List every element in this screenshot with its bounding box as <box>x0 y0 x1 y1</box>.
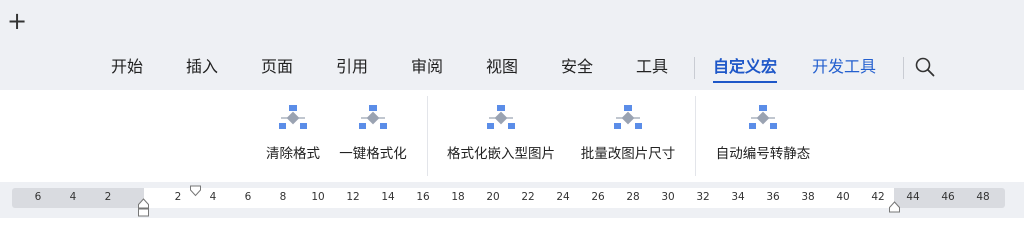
right-indent-marker[interactable] <box>888 198 901 217</box>
tab-divider <box>694 57 695 79</box>
ribbon-group-divider <box>427 96 428 176</box>
ribbon-group-divider <box>695 96 696 176</box>
ruler-tick: 20 <box>486 191 500 203</box>
tab-page[interactable]: 页面 <box>261 54 293 80</box>
tab-review[interactable]: 审阅 <box>411 54 443 80</box>
tab-view[interactable]: 视图 <box>486 54 518 80</box>
clear-format-button[interactable]: 清除格式 <box>258 104 328 168</box>
tab-start[interactable]: 开始 <box>111 54 143 80</box>
clear-format-label: 清除格式 <box>266 146 320 162</box>
ruler-tick: 38 <box>801 191 815 203</box>
ruler-tick: 2 <box>174 191 182 203</box>
tab-divider <box>903 57 904 79</box>
flowchart-icon <box>487 105 515 129</box>
format-embedded-images-button[interactable]: 格式化嵌入型图片 <box>438 104 564 168</box>
tab-custom-macros[interactable]: 自定义宏 <box>713 54 778 83</box>
ruler-tick: 30 <box>661 191 675 203</box>
ruler-tick: 42 <box>871 191 885 203</box>
tab-references[interactable]: 引用 <box>336 54 368 80</box>
ruler-tick: 6 <box>34 191 42 203</box>
menu-tabs: 开始 插入 页面 引用 审阅 视图 安全 工具 自定义宏 开发工具 <box>0 54 1024 83</box>
auto-number-to-static-button[interactable]: 自动编号转静态 <box>706 104 820 168</box>
first-line-indent-marker[interactable] <box>189 182 202 201</box>
tab-insert[interactable]: 插入 <box>186 54 218 80</box>
ruler-tick: 22 <box>521 191 535 203</box>
ruler-tick: 44 <box>906 191 920 203</box>
ruler-tick: 28 <box>626 191 640 203</box>
ruler-tick: 8 <box>279 191 287 203</box>
auto-number-to-static-label: 自动编号转静态 <box>715 146 811 162</box>
one-click-format-button[interactable]: 一键格式化 <box>333 104 413 168</box>
ruler-tick: 12 <box>346 191 360 203</box>
tab-developer-tools[interactable]: 开发工具 <box>812 54 876 80</box>
ruler-tick: 14 <box>381 191 395 203</box>
ruler-tick: 4 <box>69 191 77 203</box>
ruler-tick: 46 <box>941 191 955 203</box>
ruler-text-area <box>144 188 894 208</box>
flowchart-icon <box>614 105 642 129</box>
batch-resize-images-button[interactable]: 批量改图片尺寸 <box>572 104 684 168</box>
ruler-tick: 2 <box>104 191 112 203</box>
tab-security[interactable]: 安全 <box>561 54 593 80</box>
ruler-tick: 6 <box>244 191 252 203</box>
one-click-format-label: 一键格式化 <box>339 146 407 162</box>
format-embedded-images-label: 格式化嵌入型图片 <box>447 146 555 162</box>
ruler-tick: 4 <box>209 191 217 203</box>
ruler-tick: 16 <box>416 191 430 203</box>
ruler-tick: 48 <box>976 191 990 203</box>
hanging-indent-marker[interactable] <box>137 198 150 222</box>
ruler-tick: 32 <box>696 191 710 203</box>
ruler-tick: 36 <box>766 191 780 203</box>
new-tab-button[interactable]: + <box>6 9 28 33</box>
batch-resize-images-label: 批量改图片尺寸 <box>580 146 676 162</box>
ruler-tick: 40 <box>836 191 850 203</box>
flowchart-icon <box>279 105 307 129</box>
ruler-tick: 34 <box>731 191 745 203</box>
ruler-tick: 18 <box>451 191 465 203</box>
ruler-tick: 10 <box>311 191 325 203</box>
tab-tools[interactable]: 工具 <box>636 54 668 80</box>
flowchart-icon <box>749 105 777 129</box>
search-icon[interactable] <box>914 56 936 78</box>
ruler-tick: 24 <box>556 191 570 203</box>
flowchart-icon <box>359 105 387 129</box>
ruler-tick: 26 <box>591 191 605 203</box>
